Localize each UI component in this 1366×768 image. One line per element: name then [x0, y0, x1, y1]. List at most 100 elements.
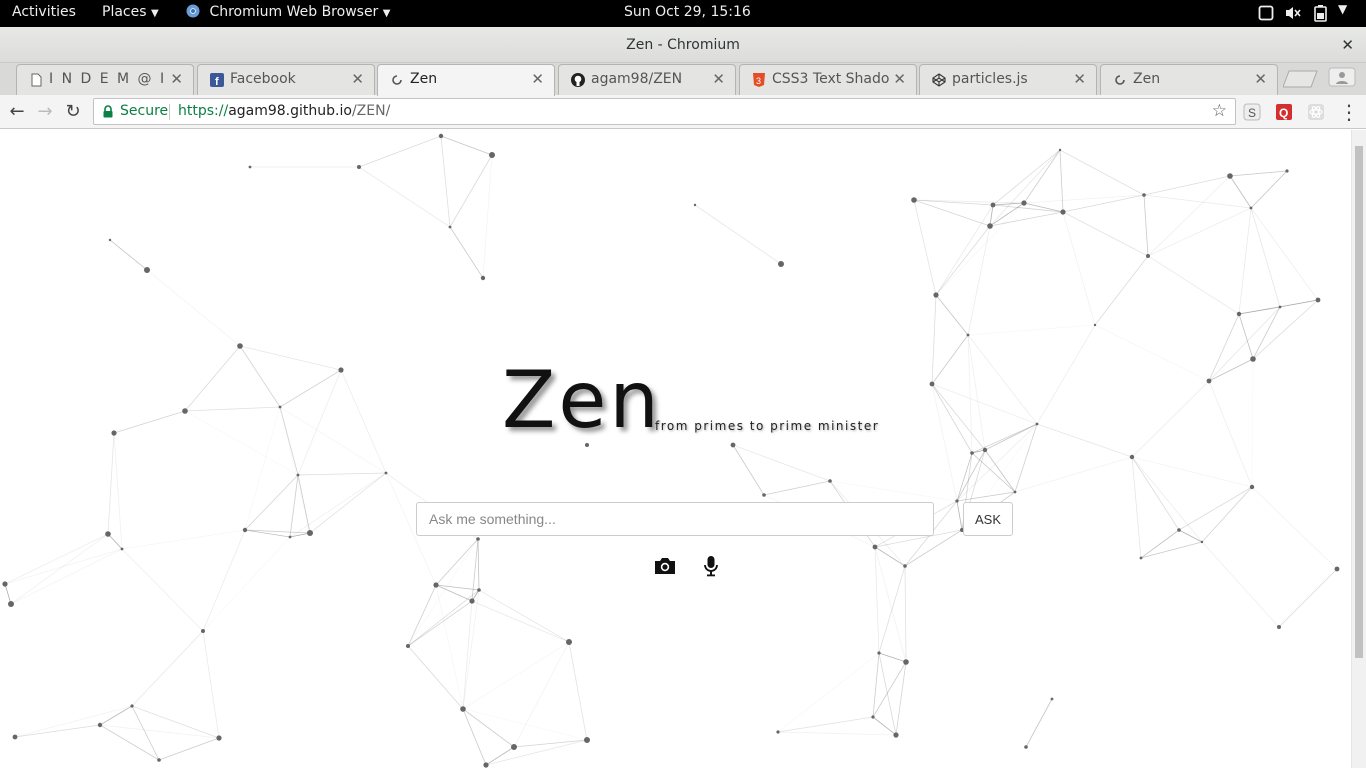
particle-dot — [2, 581, 8, 587]
places-menu[interactable]: Places ▼ — [102, 4, 159, 20]
close-tab-icon[interactable]: ✕ — [1254, 70, 1267, 88]
omnibox-divider — [169, 104, 170, 120]
particle-link — [477, 538, 480, 591]
new-tab-button[interactable] — [1283, 69, 1321, 89]
extension-s-icon[interactable]: S — [1243, 103, 1261, 121]
particle-link — [513, 739, 588, 748]
close-window-icon[interactable]: ✕ — [1341, 27, 1354, 63]
particle-link — [829, 480, 958, 502]
particle-link — [239, 345, 281, 408]
particle-dot — [955, 499, 959, 503]
particle-link — [1023, 202, 1064, 213]
particle-dot — [357, 165, 361, 169]
particle-link — [568, 641, 588, 741]
battery-icon[interactable] — [1313, 4, 1329, 26]
close-tab-icon[interactable]: ✕ — [1073, 70, 1086, 88]
particle-link — [1238, 313, 1254, 360]
particle-dot — [1024, 745, 1028, 749]
url-scheme: https:// — [178, 103, 229, 119]
particle-dot — [966, 333, 970, 337]
page-scrollbar[interactable] — [1351, 130, 1366, 768]
app-menu[interactable]: Chromium Web Browser ▼ — [186, 4, 390, 20]
particle-dot — [933, 292, 939, 298]
particle-dot — [182, 408, 188, 414]
particle-link — [1140, 541, 1203, 559]
particle-dot — [8, 601, 14, 607]
particle-dot — [483, 762, 489, 768]
system-menu-chevron-icon[interactable]: ▼ — [1338, 2, 1347, 16]
particle-link — [309, 472, 387, 534]
particle-link — [184, 345, 241, 412]
activities-button[interactable]: Activities — [12, 4, 76, 20]
tab-particles-js[interactable]: particles.js ✕ — [919, 64, 1097, 95]
particle-dot — [438, 133, 444, 139]
particle-link — [1036, 423, 1133, 458]
css3-icon: 3 — [753, 73, 765, 87]
tab-title: Zen — [410, 71, 438, 87]
tab-indem[interactable]: I N D E M @ I I I T ✕ — [16, 64, 194, 95]
particle-dot — [1146, 254, 1150, 258]
tab-title: particles.js — [952, 71, 1028, 87]
profile-icon[interactable] — [1328, 67, 1356, 87]
tab-zen[interactable]: Zen ✕ — [1100, 64, 1278, 95]
particle-dot — [1250, 356, 1256, 362]
tab-github[interactable]: agam98/ZEN ✕ — [558, 64, 736, 95]
close-tab-icon[interactable]: ✕ — [712, 70, 725, 88]
particle-link — [1278, 568, 1338, 628]
zen-logo: Zen — [502, 356, 662, 446]
particle-dot — [338, 367, 344, 373]
menu-kebab-icon[interactable]: ⋮ — [1337, 100, 1361, 124]
close-tab-icon[interactable]: ✕ — [170, 70, 183, 88]
clock[interactable]: Sun Oct 29, 15:16 — [624, 4, 751, 20]
particle-dot — [476, 537, 480, 541]
particle-link — [202, 529, 246, 632]
particle-dot — [1277, 625, 1281, 629]
particle-link — [732, 444, 831, 482]
extension-q-icon[interactable]: Q — [1275, 103, 1293, 121]
particle-link — [1023, 149, 1061, 204]
window-icon[interactable] — [1258, 5, 1274, 25]
tab-css3-text-shadow[interactable]: 3 CSS3 Text Shadow ✕ — [739, 64, 917, 95]
particle-link — [1131, 456, 1180, 531]
camera-icon[interactable] — [653, 556, 677, 576]
document-icon — [31, 73, 42, 87]
particle-link — [202, 630, 220, 739]
close-tab-icon[interactable]: ✕ — [351, 70, 364, 88]
particle-link — [440, 135, 493, 156]
particle-dot — [1013, 490, 1017, 494]
particle-link — [1250, 207, 1281, 308]
particle-link — [462, 589, 480, 710]
particle-link — [121, 548, 204, 632]
volume-muted-icon[interactable] — [1284, 5, 1302, 25]
close-tab-icon[interactable]: ✕ — [893, 70, 906, 88]
particle-link — [297, 472, 387, 476]
forward-arrow-icon[interactable]: → — [33, 100, 57, 124]
particle-link — [1025, 698, 1053, 748]
reload-icon[interactable]: ↻ — [61, 100, 85, 124]
browser-toolbar: ← → ↻ Secure https://agam98.github.io/ZE… — [0, 95, 1366, 129]
loading-icon — [392, 75, 402, 85]
particle-dot — [872, 544, 878, 550]
close-tab-icon[interactable]: ✕ — [531, 70, 544, 88]
ask-button[interactable]: ASK — [963, 502, 1013, 536]
extension-react-icon[interactable] — [1307, 103, 1325, 121]
page-viewport: Zen from primes to prime minister ASK — [0, 130, 1366, 768]
particle-dot — [970, 451, 974, 455]
particle-dot — [120, 547, 124, 551]
address-bar[interactable]: Secure https://agam98.github.io/ZEN/ ☆ — [93, 98, 1236, 125]
back-arrow-icon[interactable]: ← — [5, 100, 29, 124]
particle-dot — [1035, 422, 1039, 426]
particle-dot — [12, 734, 18, 740]
ask-input[interactable] — [416, 502, 934, 536]
tab-zen-active[interactable]: Zen ✕ — [377, 64, 555, 96]
tab-facebook[interactable]: f Facebook ✕ — [197, 64, 375, 95]
particle-dot — [584, 737, 590, 743]
particle-link — [694, 204, 782, 265]
svg-text:S: S — [1248, 106, 1256, 120]
scrollbar-thumb[interactable] — [1355, 146, 1363, 658]
particle-dot — [460, 706, 466, 712]
particle-link — [184, 410, 299, 476]
bookmark-star-icon[interactable]: ☆ — [1212, 101, 1227, 121]
microphone-icon[interactable] — [703, 555, 719, 577]
particle-link — [931, 383, 958, 502]
